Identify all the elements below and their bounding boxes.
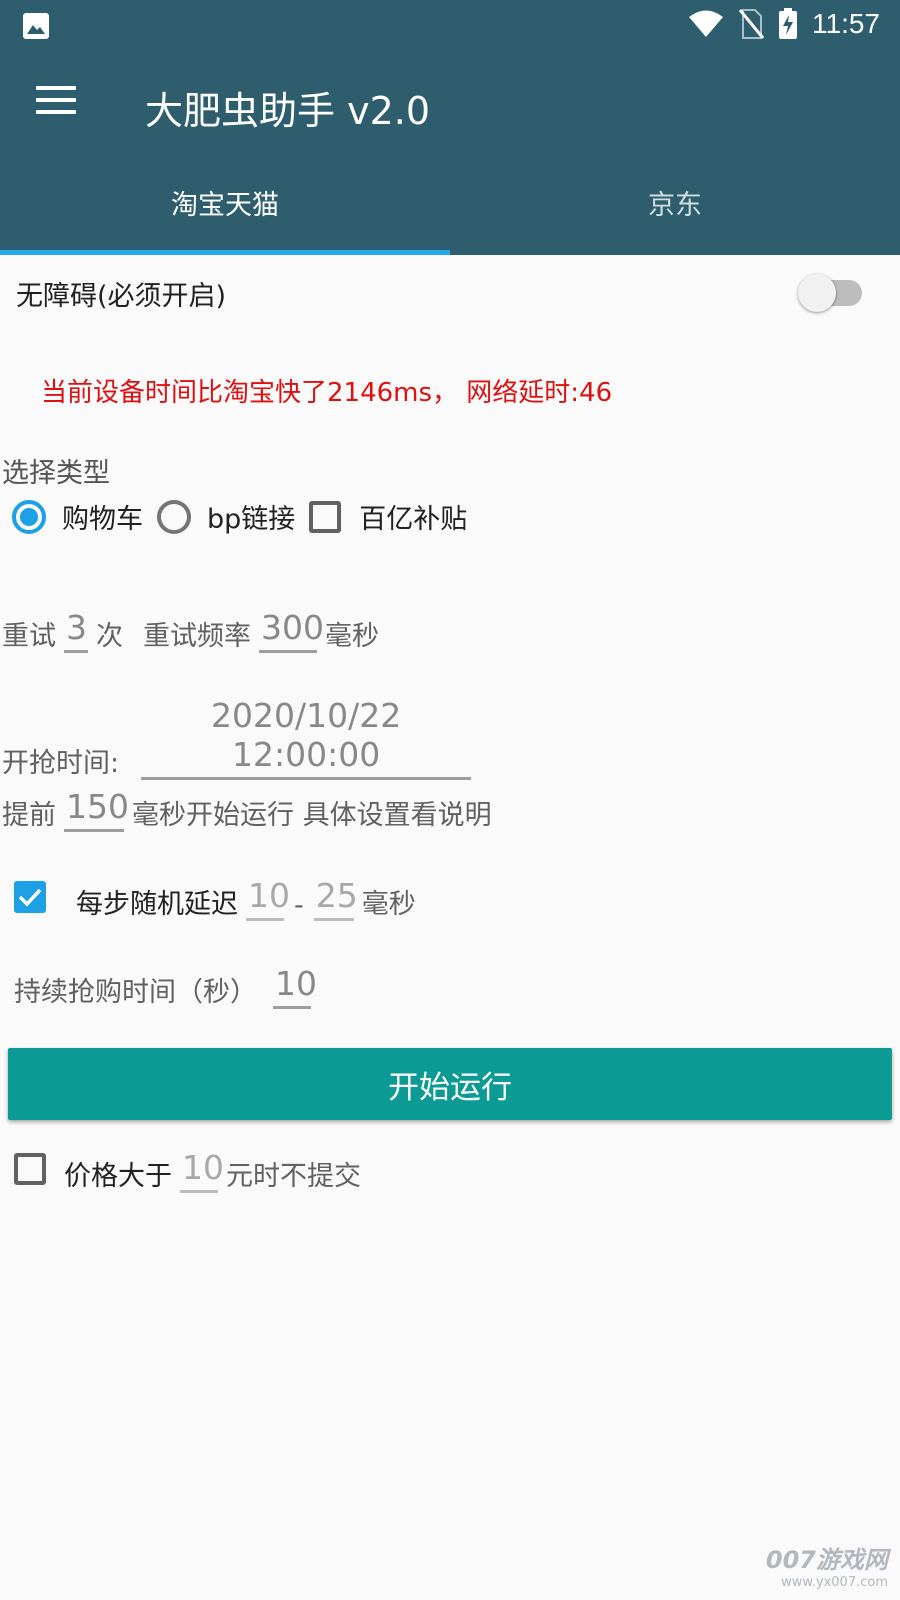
toolbar: 大肥虫助手 v2.0 — [0, 52, 900, 157]
price-limit-label[interactable]: 价格大于 — [64, 1154, 172, 1193]
radio-cart[interactable] — [12, 499, 46, 534]
type-select-label: 选择类型 — [2, 458, 110, 489]
start-time-row: 开抢时间: 2020/10/22 12:00:00 — [2, 696, 472, 780]
battery-charging-icon — [779, 8, 797, 39]
status-bar: 11:57 — [0, 0, 900, 52]
retry-row: 重试 3 次 重试频率 300 毫秒 — [2, 608, 379, 653]
tab-bar: 淘宝天猫 京东 — [0, 160, 900, 255]
accessibility-label: 无障碍(必须开启) — [16, 281, 227, 312]
watermark-brand: 007游戏网 — [765, 1546, 888, 1574]
checkbox-subsidy-label[interactable]: 百亿补贴 — [359, 497, 467, 536]
accessibility-toggle[interactable] — [798, 274, 836, 312]
advance-input[interactable]: 150 — [64, 787, 129, 832]
retry-count-input[interactable]: 3 — [64, 608, 88, 653]
wifi-icon — [689, 10, 723, 37]
duration-input[interactable]: 10 — [273, 964, 317, 1009]
retry-freq-label: 重试频率 — [143, 621, 251, 652]
random-delay-unit: 毫秒 — [361, 889, 416, 920]
no-sim-icon — [738, 9, 764, 39]
price-limit-suffix: 元时不提交 — [226, 1161, 361, 1192]
price-limit-row: 价格大于 10 元时不提交 — [14, 1148, 361, 1193]
retry-count-unit: 次 — [96, 621, 123, 652]
radio-cart-label[interactable]: 购物车 — [62, 497, 143, 536]
watermark: 007游戏网 www.yx007.com — [766, 1540, 888, 1590]
random-delay-separator: - — [294, 890, 304, 921]
start-button[interactable]: 开始运行 — [8, 1048, 892, 1120]
radio-bp-link-label[interactable]: bp链接 — [207, 497, 295, 536]
random-delay-label[interactable]: 每步随机延迟 — [76, 882, 238, 921]
advance-label: 提前 — [2, 800, 56, 831]
random-delay-row: 每步随机延迟 10 - 25 毫秒 — [14, 876, 416, 921]
app-bar: 11:57 大肥虫助手 v2.0 淘宝天猫 京东 — [0, 0, 900, 255]
retry-freq-unit: 毫秒 — [325, 621, 379, 652]
app-title: 大肥虫助手 v2.0 — [145, 89, 431, 133]
tab-taobao-tmall[interactable]: 淘宝天猫 — [0, 160, 450, 255]
price-limit-input[interactable]: 10 — [180, 1148, 224, 1193]
status-time: 11:57 — [812, 8, 880, 39]
image-notification-icon — [23, 13, 49, 39]
duration-row: 持续抢购时间（秒） 10 — [14, 964, 317, 1009]
watermark-url: www.yx007.com — [781, 1575, 888, 1590]
duration-label: 持续抢购时间（秒） — [14, 977, 257, 1008]
advance-row: 提前 150 毫秒开始运行 具体设置看说明 — [2, 787, 492, 832]
checkbox-subsidy[interactable] — [309, 500, 342, 533]
checkmark-icon — [18, 888, 42, 907]
random-delay-min-input[interactable]: 10 — [246, 876, 290, 921]
retry-label: 重试 — [2, 621, 56, 652]
type-select-group: 购物车 bp链接 百亿补贴 — [12, 497, 467, 536]
hamburger-menu-icon[interactable] — [36, 86, 76, 116]
retry-freq-input[interactable]: 300 — [259, 608, 324, 653]
start-time-label: 开抢时间: — [2, 748, 120, 779]
time-warning: 当前设备时间比淘宝快了2146ms， 网络延时:46 — [41, 378, 613, 408]
random-delay-max-input[interactable]: 25 — [313, 876, 358, 921]
radio-bp-link[interactable] — [157, 499, 191, 534]
price-limit-checkbox[interactable] — [14, 1153, 46, 1185]
start-time-input[interactable]: 2020/10/22 12:00:00 — [141, 696, 472, 780]
random-delay-checkbox[interactable] — [14, 881, 46, 913]
advance-suffix: 毫秒开始运行 具体设置看说明 — [132, 800, 492, 831]
tab-jd[interactable]: 京东 — [450, 160, 900, 255]
